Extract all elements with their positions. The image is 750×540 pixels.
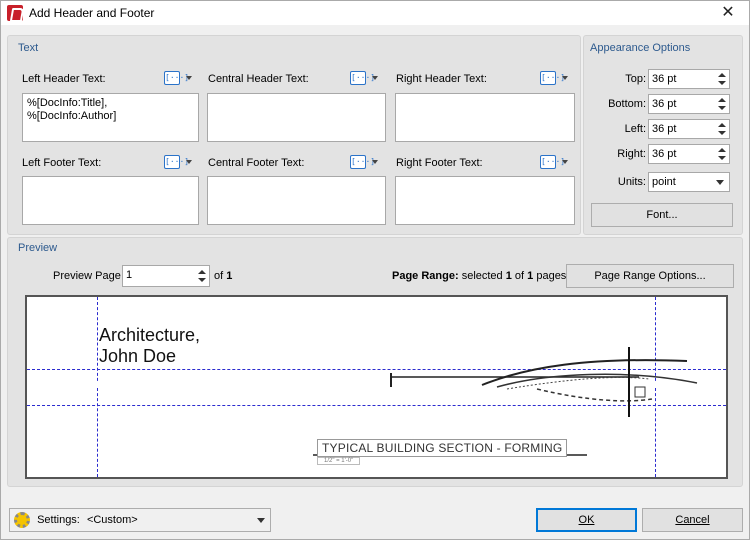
of-label: of <box>214 270 224 282</box>
chevron-down-icon <box>562 160 568 164</box>
left-margin-value: 36 pt <box>652 123 677 135</box>
text-group: Text Left Header Text: [···] %[DocInfo:T… <box>7 35 581 235</box>
top-margin-input[interactable]: 36 pt <box>648 69 730 89</box>
preview-page-value: 1 <box>126 269 133 281</box>
page-range-options-button[interactable]: Page Range Options... <box>566 264 734 288</box>
of-total: 1 <box>226 270 233 282</box>
right-margin-label: Right: <box>617 148 646 160</box>
chevron-down-icon <box>186 76 192 80</box>
left-margin-label: Left: <box>624 123 646 135</box>
left-header-macro-button[interactable]: [···] <box>164 69 198 87</box>
spin-arrows-icon[interactable] <box>717 121 727 137</box>
appearance-group-title: Appearance Options <box>590 42 691 54</box>
insert-macro-icon: [···] <box>350 71 375 85</box>
units-select[interactable]: point <box>648 172 730 192</box>
right-margin-input[interactable]: 36 pt <box>648 144 730 164</box>
units-value: point <box>652 176 676 188</box>
chevron-down-icon <box>372 160 378 164</box>
preview-page-total: of 1 <box>214 270 232 282</box>
central-header-textarea[interactable] <box>207 93 386 142</box>
settings-label: Settings: <box>37 514 80 526</box>
central-header-macro-button[interactable]: [···] <box>350 69 384 87</box>
preview-page-label: Preview Page <box>53 270 121 282</box>
insert-macro-icon: [···] <box>164 155 189 169</box>
left-header-value-line2: %[DocInfo:Author] <box>27 110 117 122</box>
left-margin-input[interactable]: 36 pt <box>648 119 730 139</box>
central-footer-textarea[interactable] <box>207 176 386 225</box>
chevron-down-icon <box>372 76 378 80</box>
dialog-window: Add Header and Footer ✕ Text Left Header… <box>0 0 750 540</box>
preview-page-input[interactable]: 1 <box>122 265 210 287</box>
right-margin-value: 36 pt <box>652 148 677 160</box>
settings-select[interactable]: Settings: <Custom> <box>9 508 271 532</box>
spin-arrows-icon[interactable] <box>717 96 727 112</box>
settings-value: <Custom> <box>86 514 138 526</box>
drawing-title: TYPICAL BUILDING SECTION - FORMING <box>317 439 568 457</box>
left-header-label: Left Header Text: <box>22 73 106 85</box>
right-footer-label: Right Footer Text: <box>396 157 483 169</box>
gear-icon <box>14 512 30 528</box>
page-range-status: Page Range: selected 1 of 1 pages <box>392 270 566 282</box>
spin-arrows-icon[interactable] <box>197 268 207 284</box>
page-range-text: pages <box>533 270 567 282</box>
spin-arrows-icon[interactable] <box>717 71 727 87</box>
central-header-label: Central Header Text: <box>208 73 309 85</box>
top-margin-label: Top: <box>625 73 646 85</box>
central-footer-label: Central Footer Text: <box>208 157 305 169</box>
top-margin-value: 36 pt <box>652 73 677 85</box>
right-footer-macro-button[interactable]: [···] <box>540 153 574 171</box>
chevron-down-icon <box>257 518 265 523</box>
left-header-value-line1: %[DocInfo:Title], <box>27 97 108 109</box>
insert-macro-icon: [···] <box>350 155 375 169</box>
bottom-margin-value: 36 pt <box>652 98 677 110</box>
insert-macro-icon: [···] <box>540 155 565 169</box>
units-label: Units: <box>617 176 646 188</box>
font-button[interactable]: Font... <box>591 203 733 227</box>
insert-macro-icon: [···] <box>540 71 565 85</box>
pdf-app-icon <box>7 5 23 21</box>
appearance-group: Appearance Options Top: 36 pt Bottom: 36… <box>583 35 743 235</box>
right-header-textarea[interactable] <box>395 93 575 142</box>
text-group-title: Text <box>18 42 39 54</box>
right-header-label: Right Header Text: <box>396 73 487 85</box>
cancel-button[interactable]: Cancel <box>642 508 743 532</box>
drawing-scale: 1/2" = 1'-0" <box>317 457 361 465</box>
close-button[interactable]: ✕ <box>713 3 743 23</box>
chevron-down-icon <box>716 180 724 185</box>
title-bar: Add Header and Footer ✕ <box>1 1 749 25</box>
left-footer-textarea[interactable] <box>22 176 199 225</box>
chevron-down-icon <box>186 160 192 164</box>
left-footer-macro-button[interactable]: [···] <box>164 153 198 171</box>
preview-canvas: Architecture, John Doe TYPICAL BUILDING … <box>25 295 728 479</box>
preview-group-title: Preview <box>18 242 58 254</box>
bottom-margin-input[interactable]: 36 pt <box>648 94 730 114</box>
chevron-down-icon <box>562 76 568 80</box>
spin-arrows-icon[interactable] <box>717 146 727 162</box>
window-title: Add Header and Footer <box>29 6 155 20</box>
right-footer-textarea[interactable] <box>395 176 575 225</box>
ok-button[interactable]: OK <box>536 508 637 532</box>
left-header-textarea[interactable]: %[DocInfo:Title], %[DocInfo:Author] <box>22 93 199 142</box>
left-footer-label: Left Footer Text: <box>22 157 102 169</box>
central-footer-macro-button[interactable]: [···] <box>350 153 384 171</box>
right-header-macro-button[interactable]: [···] <box>540 69 574 87</box>
page-range-label: Page Range: <box>392 270 459 282</box>
page-range-text: selected <box>458 270 506 282</box>
page-range-text: of <box>511 270 528 282</box>
insert-macro-icon: [···] <box>164 71 189 85</box>
bottom-margin-label: Bottom: <box>608 98 646 110</box>
